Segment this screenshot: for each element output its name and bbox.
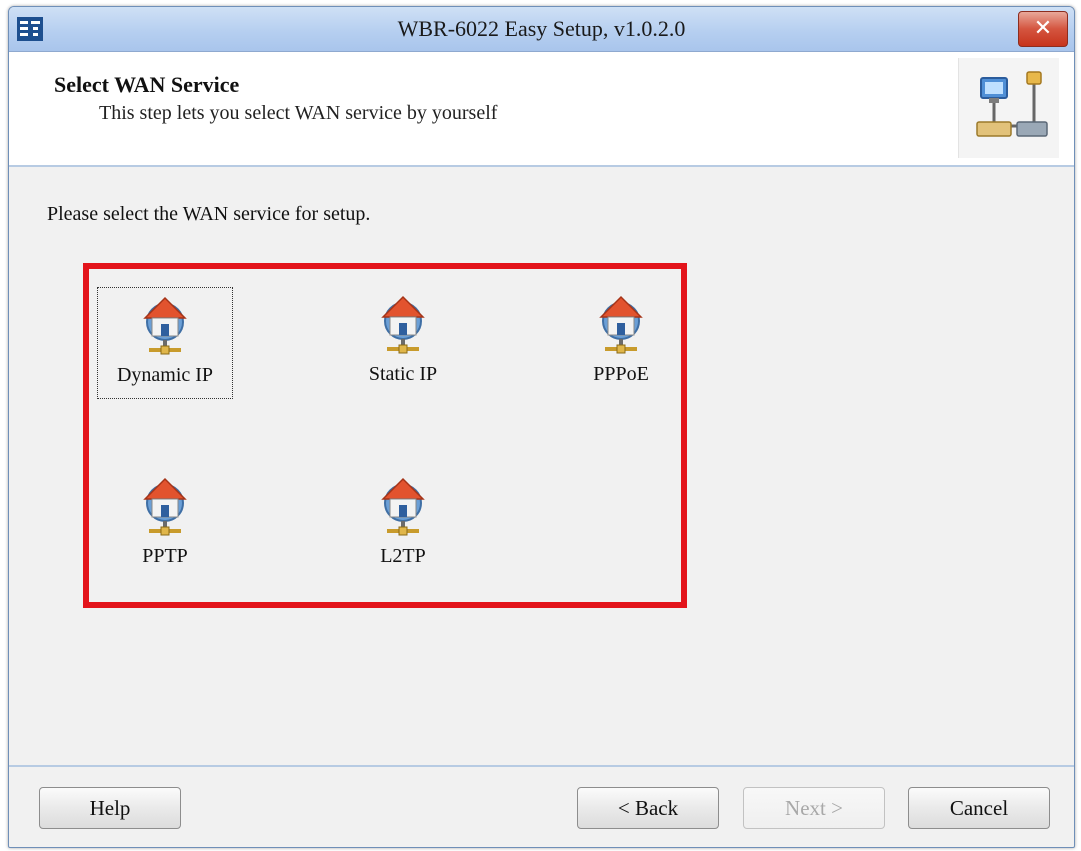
service-option-pptp[interactable]: PPTP <box>97 469 233 581</box>
service-label: PPPoE <box>593 363 649 385</box>
service-option-dynamic-ip[interactable]: Dynamic IP <box>97 287 233 399</box>
wizard-header: Select WAN Service This step lets you se… <box>9 52 1074 167</box>
help-button[interactable]: Help <box>39 787 181 829</box>
service-label: L2TP <box>380 545 426 567</box>
cancel-button[interactable]: Cancel <box>908 787 1050 829</box>
close-button[interactable]: ✕ <box>1018 11 1068 47</box>
service-label: PPTP <box>142 545 188 567</box>
wan-service-options: Dynamic IP Static IP PPPoE PPTP L2TP <box>83 263 687 608</box>
network-house-icon <box>143 477 187 536</box>
service-option-pppoe[interactable]: PPPoE <box>553 287 689 399</box>
service-option-static-ip[interactable]: Static IP <box>335 287 471 399</box>
step-subtitle: This step lets you select WAN service by… <box>99 102 498 124</box>
setup-wizard-window: WBR-6022 Easy Setup, v1.0.2.0 ✕ Select W… <box>8 6 1075 848</box>
service-option-l2tp[interactable]: L2TP <box>335 469 471 581</box>
back-button[interactable]: < Back <box>577 787 719 829</box>
next-button[interactable]: Next > <box>743 787 885 829</box>
service-label: Dynamic IP <box>116 364 214 386</box>
title-bar[interactable]: WBR-6022 Easy Setup, v1.0.2.0 ✕ <box>9 7 1074 52</box>
network-house-icon <box>381 295 425 354</box>
step-title: Select WAN Service <box>54 72 240 97</box>
window-title: WBR-6022 Easy Setup, v1.0.2.0 <box>397 16 686 41</box>
instruction-text: Please select the WAN service for setup. <box>47 203 371 225</box>
service-label: Static IP <box>368 363 438 385</box>
close-icon: ✕ <box>1033 16 1053 41</box>
network-house-icon <box>381 477 425 536</box>
footer-divider <box>9 765 1074 767</box>
network-house-icon <box>599 295 643 354</box>
network-house-icon <box>143 296 187 355</box>
network-setup-icon <box>958 58 1059 158</box>
